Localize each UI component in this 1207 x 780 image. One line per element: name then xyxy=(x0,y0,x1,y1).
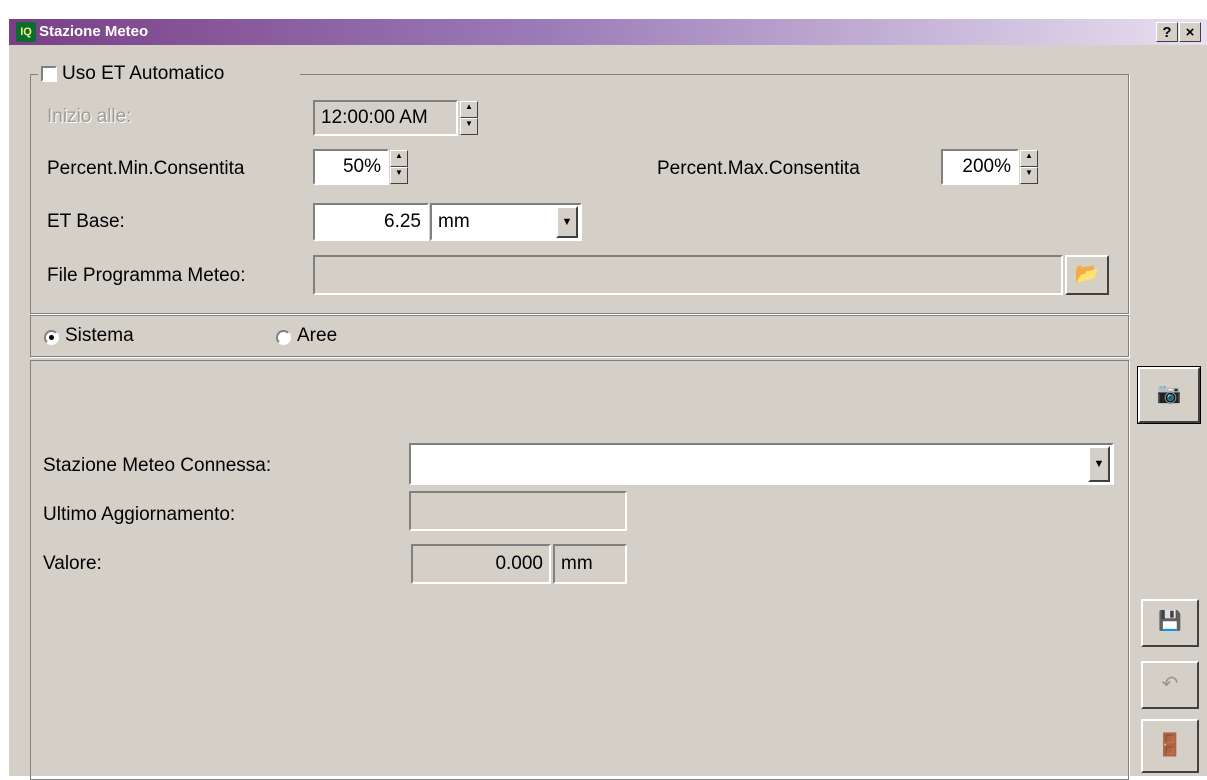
save-button[interactable]: 💾 xyxy=(1141,599,1199,647)
et-base-label: ET Base: xyxy=(47,211,125,232)
spin-up-icon[interactable]: ▲ xyxy=(1020,150,1038,167)
max-percent-spinner[interactable]: ▲ ▼ xyxy=(1020,150,1038,184)
folder-open-icon: 📂 xyxy=(1074,263,1100,285)
min-percent-label: Percent.Min.Consentita xyxy=(47,158,245,179)
radio-sistema-label[interactable]: Sistema xyxy=(65,324,134,348)
auto-et-checkbox-label[interactable]: Uso ET Automatico xyxy=(62,62,224,86)
value-unit-field: mm xyxy=(553,544,627,584)
spin-down-icon[interactable]: ▼ xyxy=(1020,167,1038,184)
help-button[interactable]: ? xyxy=(1156,22,1178,42)
spin-up-icon[interactable]: ▲ xyxy=(460,101,478,118)
auto-et-legend: Uso ET Automatico xyxy=(38,61,300,87)
chevron-down-icon[interactable]: ▼ xyxy=(1088,446,1110,482)
radio-aree-label[interactable]: Aree xyxy=(297,324,337,348)
radio-sistema[interactable] xyxy=(44,330,59,345)
start-time-label: Inizio alle: xyxy=(47,106,132,127)
radio-aree[interactable] xyxy=(276,330,291,345)
chevron-down-icon[interactable]: ▼ xyxy=(556,206,578,238)
spin-down-icon[interactable]: ▼ xyxy=(390,167,408,184)
undo-icon: ↶ xyxy=(1161,673,1179,695)
connected-station-label: Stazione Meteo Connessa: xyxy=(43,455,272,476)
last-update-label: Ultimo Aggiornamento: xyxy=(43,504,236,525)
et-base-field[interactable]: 6.25 xyxy=(313,203,429,241)
min-percent-spinner[interactable]: ▲ ▼ xyxy=(390,150,408,184)
spin-up-icon[interactable]: ▲ xyxy=(390,150,408,167)
start-time-field[interactable]: 12:00:00 AM xyxy=(313,100,458,136)
min-percent-field[interactable]: 50% xyxy=(313,149,389,185)
et-unit-value: mm xyxy=(438,211,470,232)
value-label: Valore: xyxy=(43,553,102,574)
close-button[interactable]: × xyxy=(1179,22,1201,42)
window-title: Stazione Meteo xyxy=(39,23,149,40)
app-icon: IQ xyxy=(16,22,36,42)
mode-radio-panel xyxy=(30,315,1129,357)
spin-down-icon[interactable]: ▼ xyxy=(460,118,478,135)
connected-station-select[interactable] xyxy=(409,443,1114,485)
value-field: 0.000 xyxy=(411,544,551,584)
last-update-field xyxy=(409,491,627,531)
file-program-label: File Programma Meteo: xyxy=(47,265,246,286)
camera-icon: 📷 xyxy=(1156,383,1182,405)
exit-door-icon: 🚪 xyxy=(1156,732,1184,757)
max-percent-field[interactable]: 200% xyxy=(941,149,1019,185)
title-bar[interactable]: IQ Stazione Meteo ? × xyxy=(9,19,1207,45)
file-program-field[interactable] xyxy=(313,255,1063,295)
start-time-spinner[interactable]: ▲ ▼ xyxy=(460,101,478,135)
save-icon: 💾 xyxy=(1158,611,1182,632)
stazione-meteo-dialog: IQ Stazione Meteo ? × Uso ET Automatico … xyxy=(8,18,1207,780)
auto-et-checkbox[interactable] xyxy=(41,66,57,82)
browse-file-button[interactable]: 📂 xyxy=(1065,255,1109,295)
camera-button[interactable]: 📷 xyxy=(1137,366,1201,424)
exit-button[interactable]: 🚪 xyxy=(1141,719,1199,773)
max-percent-label: Percent.Max.Consentita xyxy=(657,158,860,179)
undo-button[interactable]: ↶ xyxy=(1141,661,1199,709)
